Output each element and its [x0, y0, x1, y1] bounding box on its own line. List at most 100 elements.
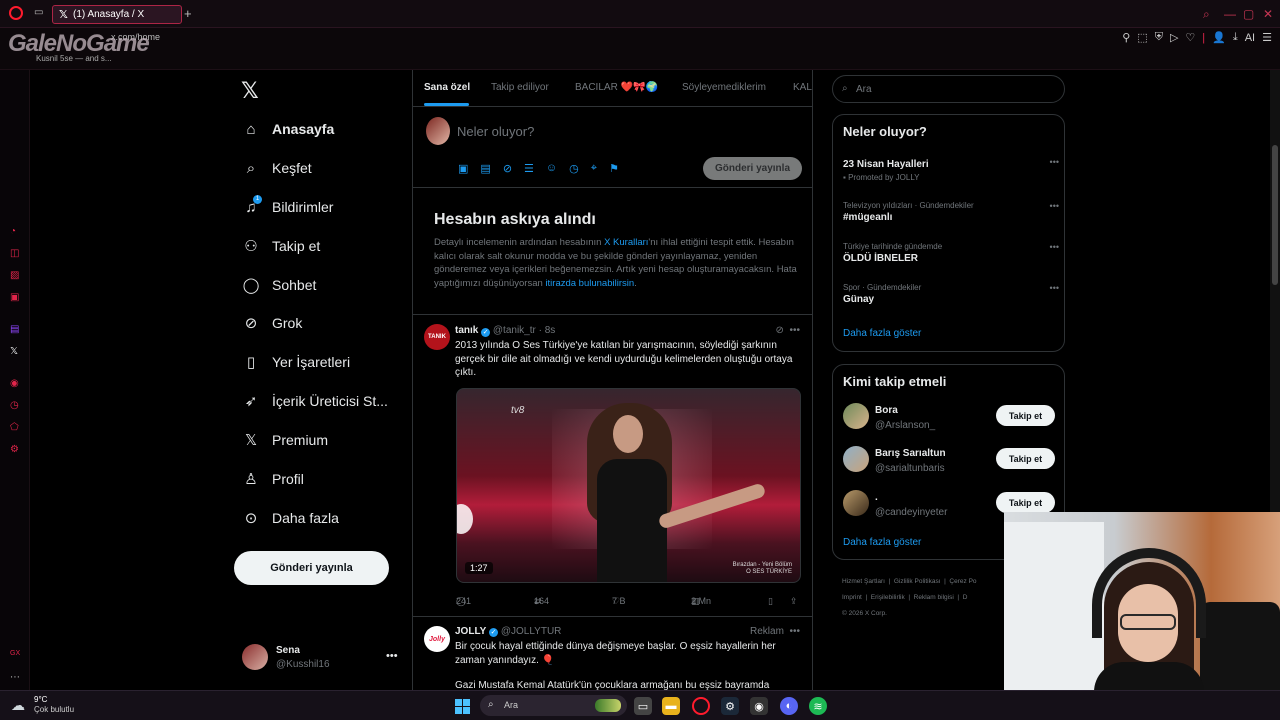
- follow-button[interactable]: Takip et: [996, 448, 1055, 469]
- tweet-time[interactable]: · 8s: [539, 325, 556, 336]
- footer-link[interactable]: D: [963, 594, 968, 601]
- player-icon[interactable]: ◉: [10, 378, 19, 389]
- search-box[interactable]: ⌕ Ara: [832, 75, 1065, 103]
- avatar[interactable]: TANIK: [424, 324, 450, 350]
- messenger-icon[interactable]: ▣: [10, 292, 19, 303]
- tab-list-kal[interactable]: KAL: [793, 82, 812, 93]
- tweet-more-icon[interactable]: •••: [789, 325, 800, 336]
- poll-icon[interactable]: ☰: [524, 162, 534, 175]
- compose-post-button[interactable]: Gönderi yayınla: [703, 157, 802, 180]
- follow-button[interactable]: Takip et: [996, 405, 1055, 426]
- emoji-icon[interactable]: ☺: [546, 162, 557, 175]
- discord-icon[interactable]: ◐: [780, 697, 798, 715]
- footer-link[interactable]: Imprint: [842, 594, 862, 601]
- heart-icon[interactable]: ♡: [1185, 31, 1195, 44]
- appeal-link[interactable]: itirazda bulunabilirsin: [545, 278, 634, 289]
- compose-input[interactable]: Neler oluyor?: [457, 124, 534, 139]
- who-show-more-link[interactable]: Daha fazla göster: [843, 537, 921, 548]
- nav-item-follow[interactable]: ⚇ Takip et: [242, 231, 320, 261]
- weather-temperature[interactable]: 9°C: [34, 695, 47, 704]
- shield-icon[interactable]: ⛨: [1155, 31, 1163, 44]
- download-icon[interactable]: ⤓: [1233, 31, 1238, 44]
- account-handle[interactable]: @Kusshil16: [276, 659, 330, 670]
- snap-icon[interactable]: ⬠: [10, 422, 19, 433]
- spotify-icon[interactable]: ≋: [809, 697, 827, 715]
- x-rules-link[interactable]: X Kuralları: [604, 237, 648, 248]
- workspace-bag-icon[interactable]: ◫: [10, 248, 19, 259]
- trend-item[interactable]: Spor · Gündemdekiler Günay •••: [843, 283, 1059, 305]
- ad-author-name[interactable]: JOLLY: [455, 626, 486, 637]
- trend-more-icon[interactable]: •••: [1050, 201, 1059, 211]
- x-logo-icon[interactable]: 𝕏: [241, 78, 259, 104]
- more-sidebar-icon[interactable]: ⋯: [10, 672, 20, 683]
- nav-item-profile[interactable]: ♙ Profil: [242, 464, 304, 494]
- opera-logo-icon[interactable]: [9, 6, 23, 20]
- follow-suggestion[interactable]: Barış Sarıaltun @sarialtunbaris Takip et: [843, 446, 1055, 476]
- avatar[interactable]: Jolly: [424, 626, 450, 652]
- tab-list-bacilar[interactable]: BACILAR ❤️🎀🌍: [575, 82, 658, 93]
- search-input[interactable]: Ara: [856, 84, 872, 95]
- trend-item[interactable]: Televizyon yıldızları · Gündemdekiler #m…: [843, 201, 1059, 223]
- gx-icon[interactable]: GX: [10, 650, 20, 657]
- ad-author-handle[interactable]: @JOLLYTUR: [501, 626, 562, 637]
- twitch-icon[interactable]: ▤: [10, 324, 19, 335]
- taskbar-search[interactable]: ⌕ Ara: [480, 695, 627, 716]
- footer-link[interactable]: Erişilebilirlik: [871, 594, 905, 601]
- x-sidebar-icon[interactable]: 𝕏: [10, 346, 18, 357]
- file-explorer-icon[interactable]: ▬: [662, 697, 680, 715]
- avatar[interactable]: [843, 403, 869, 429]
- follow-button[interactable]: Takip et: [996, 492, 1055, 513]
- avatar[interactable]: [242, 644, 268, 670]
- gallery-icon[interactable]: ▨: [10, 270, 19, 281]
- trend-item[interactable]: 23 Nisan Hayalleri ▪ Promoted by JOLLY •…: [843, 157, 1059, 182]
- footer-link[interactable]: Reklam bilgisi: [914, 594, 954, 601]
- maximize-icon[interactable]: ▢: [1243, 7, 1254, 21]
- tweet-author-name[interactable]: tanık: [455, 325, 478, 336]
- footer-link[interactable]: Gizlilik Politikası: [894, 578, 941, 585]
- steam-icon[interactable]: ⚙: [721, 697, 739, 715]
- trend-more-icon[interactable]: •••: [1050, 242, 1059, 252]
- footer-link[interactable]: Çerez Po: [949, 578, 976, 585]
- grok-icon[interactable]: ⊘: [776, 325, 784, 336]
- nav-item-home[interactable]: ⌂ Anasayfa: [242, 114, 334, 144]
- flag-icon[interactable]: ⚑: [609, 162, 619, 175]
- scrollbar-thumb[interactable]: [1272, 145, 1278, 285]
- tab-list-soyleyemediklerim[interactable]: Söyleyemediklerim: [682, 82, 766, 93]
- location-icon[interactable]: ⌖: [591, 162, 597, 175]
- user-icon[interactable]: 👤: [1212, 31, 1226, 44]
- minimize-icon[interactable]: —: [1224, 7, 1236, 21]
- tab-for-you[interactable]: Sana özel: [424, 82, 470, 93]
- tweet-video[interactable]: tv8 Bırazdan - Yeni Bölüm O SES TÜRKİYE …: [456, 388, 801, 583]
- avatar[interactable]: [843, 446, 869, 472]
- trends-show-more-link[interactable]: Daha fazla göster: [843, 328, 921, 339]
- suggestion-name[interactable]: Bora: [875, 405, 898, 416]
- task-view-icon[interactable]: ▭: [634, 697, 652, 715]
- settings-icon[interactable]: ⚙: [10, 444, 19, 455]
- obs-icon[interactable]: ◉: [750, 697, 768, 715]
- aria-icon[interactable]: ◔: [10, 226, 16, 237]
- nav-item-creator-studio[interactable]: ➶ İçerik Üreticisi St...: [242, 386, 388, 416]
- menu-icon[interactable]: ☰: [1262, 31, 1272, 44]
- gif-icon[interactable]: ▤: [480, 162, 490, 175]
- nav-item-more[interactable]: ⊙ Daha fazla: [242, 503, 339, 533]
- account-name[interactable]: Sena: [276, 645, 300, 656]
- tab-following[interactable]: Takip ediliyor: [491, 82, 549, 93]
- weather-description[interactable]: Çok bulutlu: [34, 705, 74, 714]
- post-button[interactable]: Gönderi yayınla: [234, 551, 389, 585]
- browser-tab-active[interactable]: 𝕏 (1) Anasayfa / X: [52, 5, 182, 24]
- tweet-author-handle[interactable]: @tanik_tr: [493, 325, 536, 336]
- nav-item-explore[interactable]: ⌕ Keşfet: [242, 153, 312, 183]
- nav-item-grok[interactable]: ⊘ Grok: [242, 308, 303, 338]
- nav-item-premium[interactable]: 𝕏 Premium: [242, 425, 328, 455]
- opera-gx-icon[interactable]: [692, 697, 710, 715]
- ai-button[interactable]: AI: [1245, 32, 1255, 44]
- new-tab-button[interactable]: +: [184, 6, 192, 21]
- trend-item[interactable]: Türkiye tarihinde gündemde ÖLDÜ İBNELER …: [843, 242, 1059, 264]
- nav-item-chat[interactable]: ◯ Sohbet: [242, 270, 317, 300]
- search-tabs-icon[interactable]: ⌕: [1203, 7, 1210, 22]
- account-more-icon[interactable]: •••: [386, 650, 398, 662]
- play-icon[interactable]: ▷: [1170, 31, 1178, 44]
- workspace-icon[interactable]: ▭: [34, 7, 43, 18]
- pin-icon[interactable]: ⚲: [1122, 31, 1130, 44]
- ad-more-icon[interactable]: •••: [789, 626, 800, 637]
